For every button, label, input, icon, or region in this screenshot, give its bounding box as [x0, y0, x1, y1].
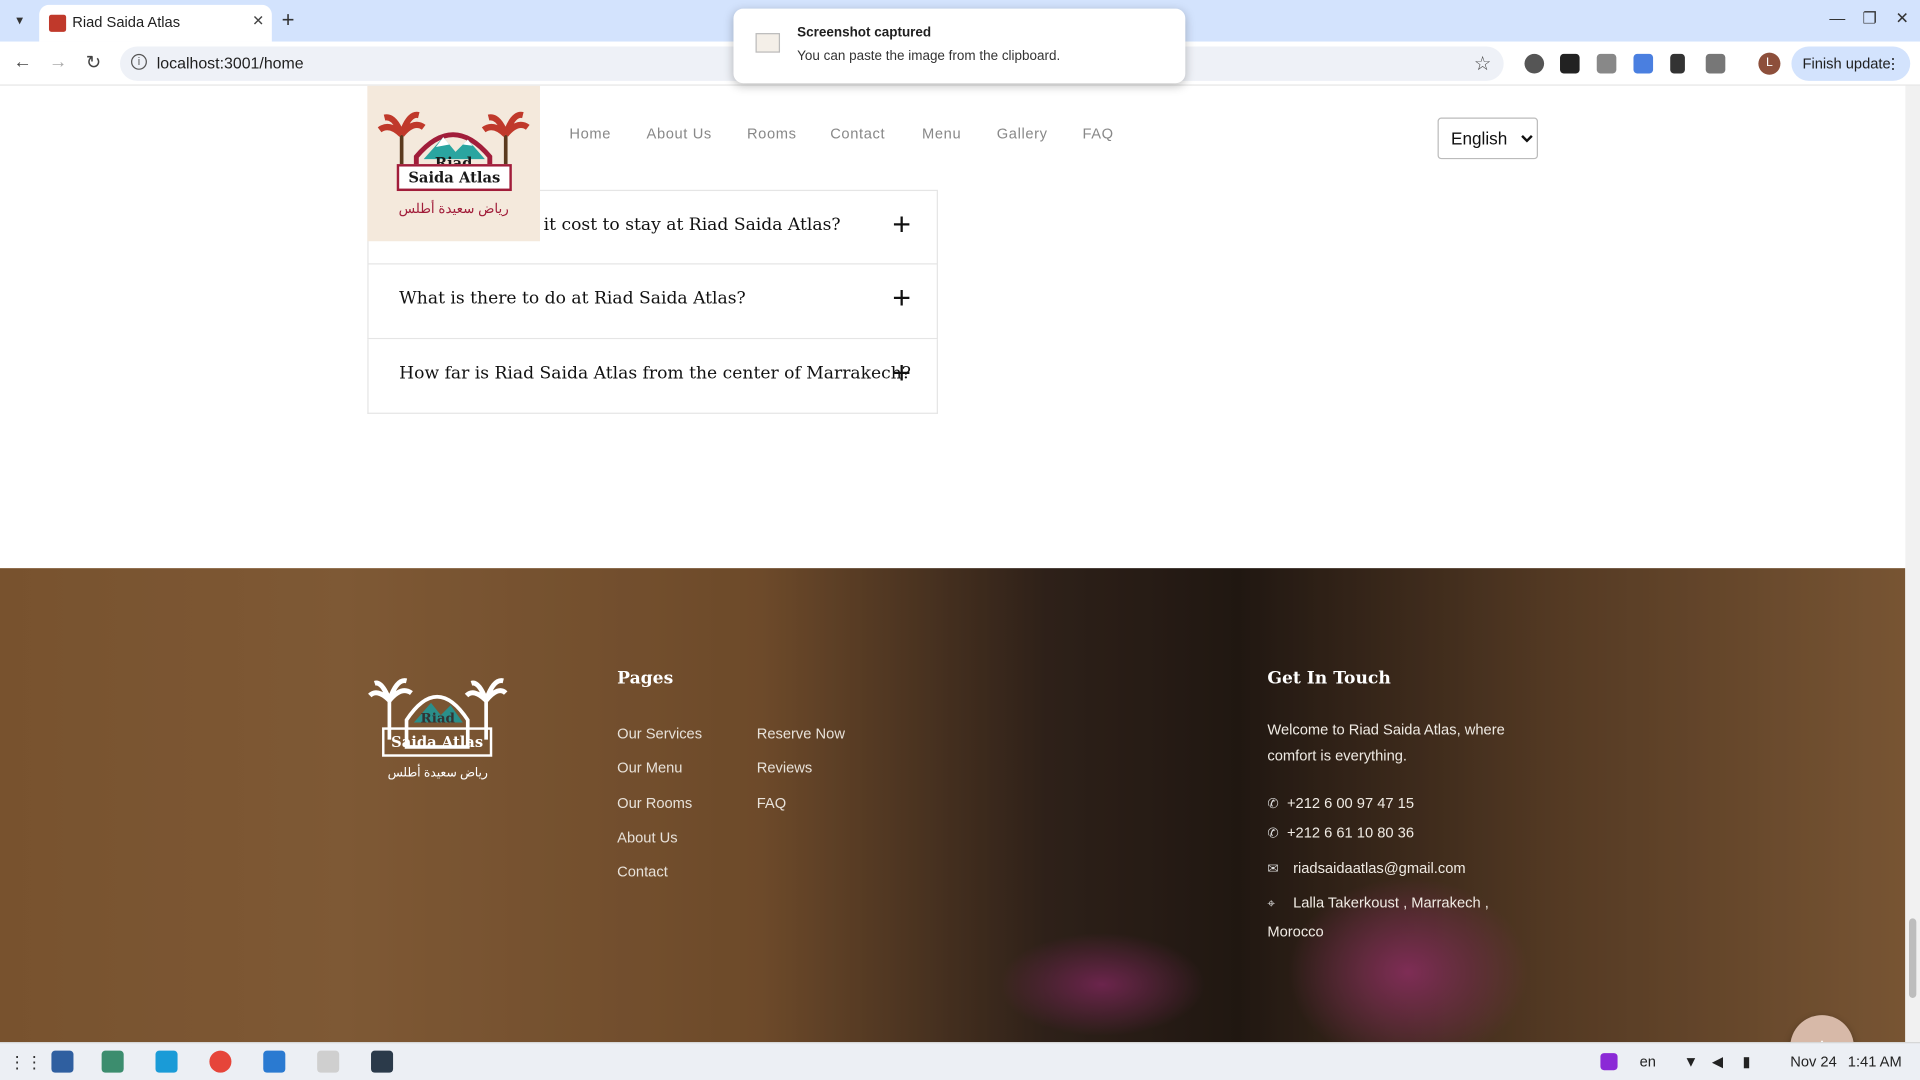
new-tab-icon[interactable]: + [282, 7, 295, 33]
faq-item[interactable]: What is there to do at Riad Saida Atlas?… [367, 264, 938, 340]
footer-logo-riad: Riad [420, 710, 455, 727]
footer-logo[interactable]: Riad Saida Atlas رياض سعيدة أطلس [367, 666, 508, 788]
eyedropper-extension-icon[interactable] [1670, 53, 1685, 74]
extensions-puzzle-icon[interactable] [1705, 53, 1726, 74]
screen: ▾ Riad Saida Atlas ✕ + — ❐ ✕ ← → ↻ i loc… [0, 0, 1920, 1080]
vscode-app-icon[interactable] [263, 1050, 286, 1073]
app-launcher-icon[interactable]: ⋮⋮ [9, 1051, 43, 1073]
scrollbar-thumb[interactable] [1908, 918, 1917, 998]
nav-rooms[interactable]: Rooms [747, 125, 797, 142]
screenshot-toast: Screenshot captured You can paste the im… [733, 8, 1186, 84]
site-info-icon[interactable]: i [131, 53, 147, 70]
input-language[interactable]: en [1640, 1053, 1656, 1070]
tab-title: Riad Saida Atlas [72, 13, 181, 31]
nav-menu[interactable]: Menu [922, 125, 961, 142]
terminal-app-icon[interactable] [371, 1050, 394, 1073]
wordpress-extension-icon[interactable] [1524, 53, 1545, 74]
camera-extension-icon[interactable] [1596, 53, 1617, 74]
phone-icon: ✆ [1267, 826, 1279, 842]
nav-faq[interactable]: FAQ [1082, 125, 1113, 142]
footer-pages-heading: Pages [617, 668, 674, 689]
nav-contact[interactable]: Contact [830, 125, 885, 142]
faq-question[interactable]: How far is Riad Saida Atlas from the cen… [399, 364, 911, 384]
finish-update-button[interactable]: Finish update ⋮ [1791, 46, 1911, 81]
envelope-icon: ✉ [1267, 862, 1279, 877]
toast-title: Screenshot captured [797, 25, 932, 41]
phone-number-2[interactable]: +212 6 61 10 80 36 [1287, 824, 1414, 841]
tab-search-chevron-icon[interactable]: ▾ [7, 10, 31, 32]
email-address[interactable]: riadsaidaatlas@gmail.com [1293, 860, 1466, 877]
footer-contact-heading: Get In Touch [1267, 668, 1391, 689]
site-footer: Riad Saida Atlas رياض سعيدة أطلس Pages O… [0, 568, 1906, 1043]
faq-question[interactable]: What is there to do at Riad Saida Atlas? [399, 289, 746, 309]
os-taskbar: ⋮⋮ en ▼ ◀ ▮ Nov 24 1:41 AM [0, 1042, 1920, 1080]
text-editor-app-icon[interactable] [317, 1050, 340, 1073]
site-logo[interactable]: Riad Saida Atlas رياض سعيدة أطلس [367, 85, 541, 242]
taskbar-date[interactable]: Nov 24 [1790, 1053, 1837, 1070]
forward-arrow-icon[interactable]: → [49, 51, 67, 72]
phone-row-1[interactable]: ✆ +212 6 00 97 47 15 [1267, 795, 1414, 812]
tray-app-icon[interactable] [1600, 1053, 1618, 1071]
battery-icon[interactable]: ▮ [1742, 1053, 1750, 1070]
footer-link-about-us[interactable]: About Us [617, 829, 677, 846]
nav-home[interactable]: Home [569, 125, 611, 142]
page-viewport: Riad Saida Atlas رياض سعيدة أطلس Home Ab… [0, 85, 1906, 1043]
translate-extension-icon[interactable] [1633, 53, 1654, 74]
phone-number-1[interactable]: +212 6 00 97 47 15 [1287, 795, 1414, 812]
finish-update-label: Finish update [1802, 55, 1891, 73]
reload-icon[interactable]: ↻ [86, 51, 101, 74]
footer-link-our-rooms[interactable]: Our Rooms [617, 795, 692, 812]
taskbar-time[interactable]: 1:41 AM [1848, 1053, 1902, 1070]
profile-avatar[interactable]: L [1758, 52, 1781, 75]
footer-link-contact[interactable]: Contact [617, 863, 668, 880]
font-extension-icon[interactable] [1560, 53, 1580, 74]
phone-row-2[interactable]: ✆ +212 6 61 10 80 36 [1267, 824, 1414, 841]
address-line-1: Lalla Takerkoust , Marrakech , [1293, 893, 1489, 912]
site-favicon-icon [48, 14, 67, 32]
address-line-2: Morocco [1267, 923, 1324, 941]
page-scrollbar[interactable] [1905, 85, 1920, 1043]
footer-contact-intro: Welcome to Riad Saida Atlas, where comfo… [1267, 721, 1505, 765]
language-select[interactable]: English [1437, 117, 1538, 160]
expand-plus-icon[interactable]: + [892, 282, 911, 314]
map-pin-icon: ⌖ [1267, 896, 1275, 912]
close-window-icon[interactable]: ✕ [1896, 9, 1909, 29]
address-row: ⌖ Lalla Takerkoust , Marrakech , [1267, 894, 1488, 912]
footer-background-overlay [0, 568, 1906, 1043]
logo-arabic-text: رياض سعيدة أطلس [398, 202, 509, 217]
expand-plus-icon[interactable]: + [892, 356, 911, 388]
volume-icon[interactable]: ◀ [1712, 1053, 1723, 1070]
wifi-icon[interactable]: ▼ [1684, 1053, 1699, 1070]
toast-body: You can paste the image from the clipboa… [797, 48, 1061, 64]
footer-link-faq[interactable]: FAQ [757, 795, 786, 812]
logo-text-saida-atlas: Saida Atlas [396, 164, 512, 192]
footer-link-reserve-now[interactable]: Reserve Now [757, 725, 845, 742]
footer-logo-arabic: رياض سعيدة أطلس [387, 766, 488, 781]
footer-link-our-services[interactable]: Our Services [617, 725, 702, 742]
footer-pages: Pages Our Services Our Menu Our Rooms Ab… [617, 669, 923, 902]
footer-contact: Get In Touch Welcome to Riad Saida Atlas… [1267, 669, 1549, 963]
nav-gallery[interactable]: Gallery [997, 125, 1048, 142]
phone-icon: ✆ [1267, 797, 1279, 812]
url-text[interactable]: localhost:3001/home [157, 54, 304, 72]
minimize-icon[interactable]: — [1829, 9, 1845, 27]
chrome-app-icon[interactable] [209, 1050, 232, 1073]
bookmark-star-icon[interactable]: ☆ [1474, 51, 1492, 75]
footer-logo-saida-atlas: Saida Atlas [382, 727, 493, 757]
email-row[interactable]: ✉ riadsaidaatlas@gmail.com [1267, 860, 1465, 877]
faq-item[interactable]: How far is Riad Saida Atlas from the cen… [367, 339, 938, 414]
nav-about-us[interactable]: About Us [647, 125, 712, 142]
footer-link-our-menu[interactable]: Our Menu [617, 759, 682, 776]
restore-icon[interactable]: ❐ [1862, 9, 1876, 29]
store-app-icon[interactable] [155, 1050, 178, 1073]
screenshot-thumbnail-icon [755, 33, 781, 53]
files-app-icon[interactable] [101, 1050, 124, 1073]
back-arrow-icon[interactable]: ← [13, 51, 31, 72]
more-menu-icon[interactable]: ⋮ [1886, 47, 1901, 81]
window-switcher-icon[interactable] [51, 1050, 74, 1073]
footer-link-reviews[interactable]: Reviews [757, 759, 813, 776]
expand-plus-icon[interactable]: + [892, 208, 911, 240]
browser-tab[interactable]: Riad Saida Atlas ✕ [39, 4, 272, 42]
close-tab-icon[interactable]: ✕ [252, 12, 264, 29]
